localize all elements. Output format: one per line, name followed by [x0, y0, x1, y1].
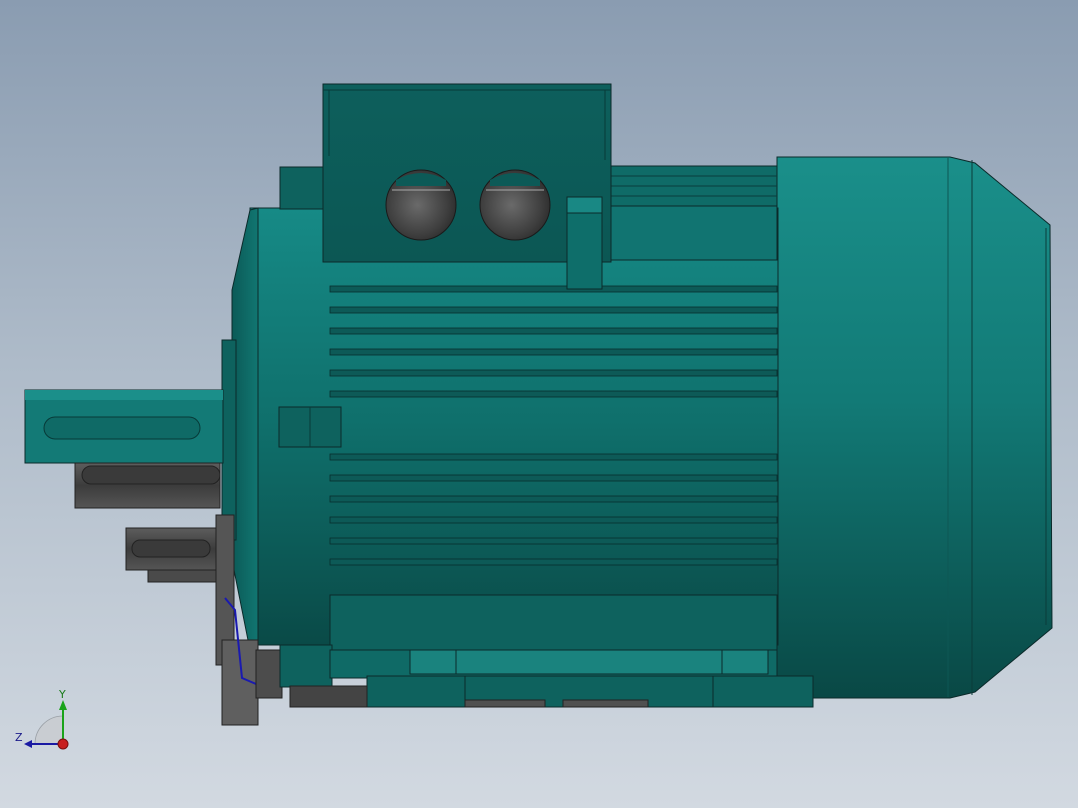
output-shaft[interactable] — [24, 389, 224, 464]
cable-entry-left — [385, 169, 457, 241]
triad-y-label: Y — [59, 688, 66, 701]
mounting-feet[interactable] — [279, 644, 814, 708]
coordinate-triad — [24, 700, 69, 750]
secondary-shaft-upper — [74, 462, 221, 509]
lower-skirt — [329, 594, 778, 651]
cable-entry-right — [479, 169, 551, 241]
model-view[interactable] — [0, 0, 1078, 808]
graphics-viewport[interactable]: Y Z — [0, 0, 1078, 808]
secondary-shaft-lower — [125, 527, 227, 583]
fan-hood[interactable] — [776, 156, 1053, 699]
triad-z-label: Z — [15, 731, 23, 744]
x-axis-dot — [57, 738, 69, 750]
keyway — [43, 416, 201, 440]
